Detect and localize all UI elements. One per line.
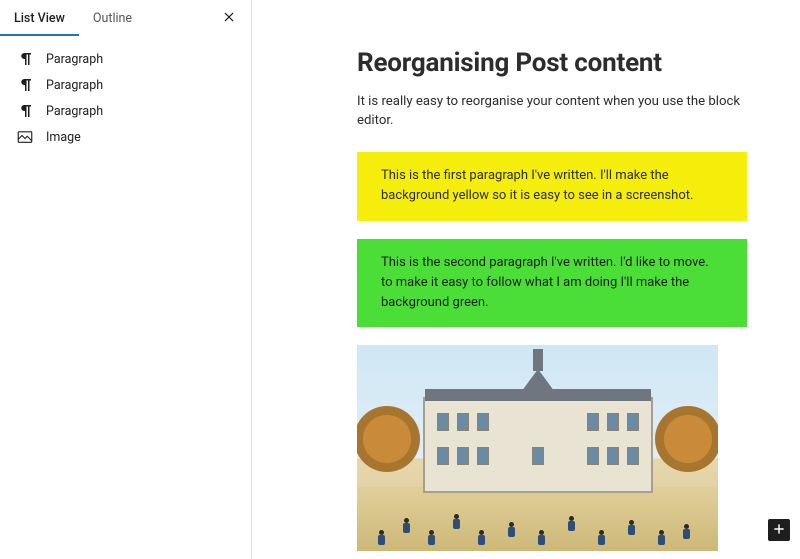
illustration: [357, 345, 718, 551]
paragraph-block-green[interactable]: This is the second paragraph I've writte…: [357, 239, 747, 327]
list-item-label: Paragraph: [46, 104, 103, 119]
list-item[interactable]: Image: [8, 124, 243, 150]
image-block[interactable]: [357, 345, 718, 551]
list-item-label: Paragraph: [46, 52, 103, 67]
add-block-button[interactable]: [768, 519, 790, 541]
list-item-label: Paragraph: [46, 78, 103, 93]
tab-outline[interactable]: Outline: [79, 0, 146, 36]
list-item[interactable]: Paragraph: [8, 46, 243, 72]
image-icon: [14, 126, 36, 148]
paragraph-icon: [14, 74, 36, 96]
editor-canvas: Reorganising Post content It is really e…: [252, 0, 800, 559]
app-root: List View Outline Paragraph Paragraph: [0, 0, 800, 559]
close-icon: [222, 9, 236, 28]
list-item[interactable]: Paragraph: [8, 98, 243, 124]
intro-paragraph[interactable]: It is really easy to reorganise your con…: [357, 92, 747, 130]
plus-icon: [772, 521, 786, 540]
block-list: Paragraph Paragraph Paragraph Image: [0, 36, 251, 160]
sidebar-tabs: List View Outline: [0, 0, 251, 36]
paragraph-icon: [14, 48, 36, 70]
paragraph-block-yellow[interactable]: This is the first paragraph I've written…: [357, 152, 747, 220]
list-item[interactable]: Paragraph: [8, 72, 243, 98]
document: Reorganising Post content It is really e…: [357, 48, 747, 551]
close-sidebar-button[interactable]: [217, 6, 241, 30]
list-view-sidebar: List View Outline Paragraph Paragraph: [0, 0, 252, 559]
list-item-label: Image: [46, 130, 81, 145]
post-title[interactable]: Reorganising Post content: [357, 48, 747, 78]
paragraph-icon: [14, 100, 36, 122]
tab-list-view[interactable]: List View: [0, 0, 79, 36]
